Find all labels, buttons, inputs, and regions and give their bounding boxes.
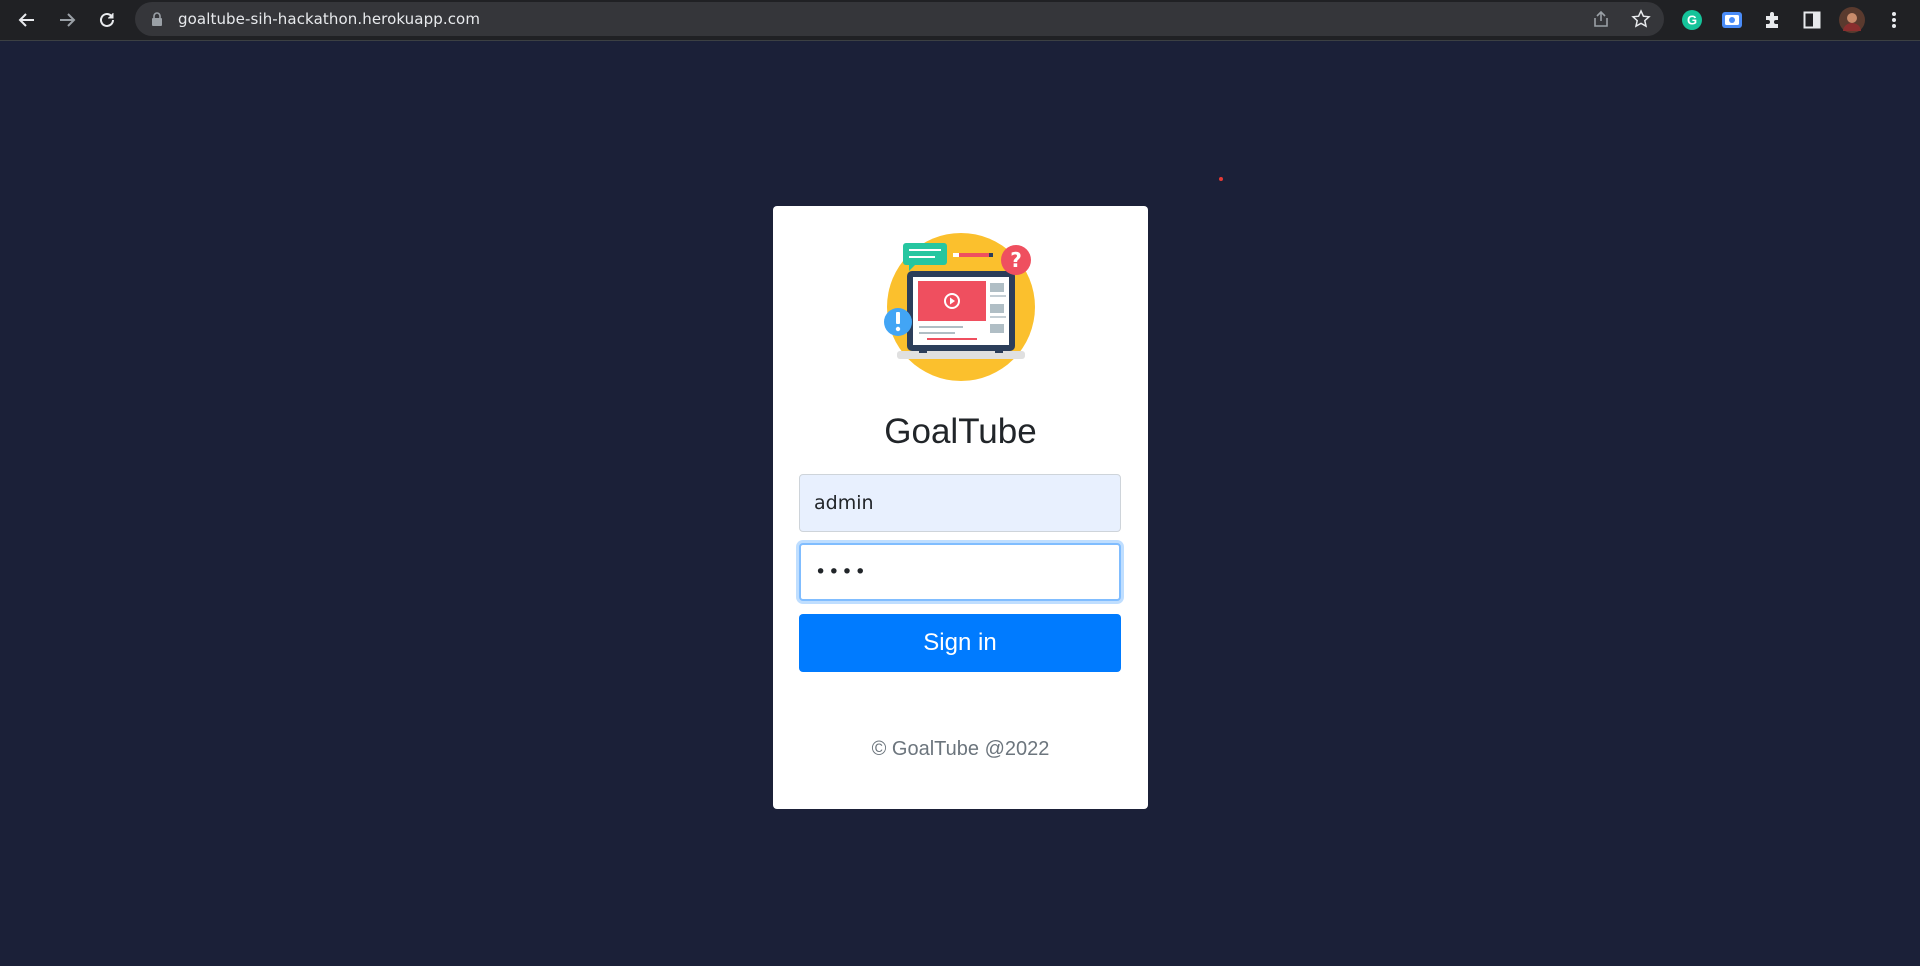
share-button[interactable]: [1589, 7, 1613, 31]
password-input[interactable]: [799, 543, 1121, 601]
username-input[interactable]: [799, 474, 1121, 532]
login-card: ? GoalTube Sign in © GoalTube @2022: [773, 206, 1148, 809]
extensions-button[interactable]: [1758, 6, 1786, 34]
stray-cursor-dot: [1219, 177, 1223, 181]
side-panel-icon: [1803, 11, 1821, 29]
reload-icon: [100, 12, 114, 27]
sign-in-button[interactable]: Sign in: [799, 614, 1121, 672]
browser-toolbar: goaltube-sih-hackathon.herokuapp.com G: [0, 0, 1920, 41]
browser-menu-button[interactable]: [1880, 6, 1908, 34]
address-bar[interactable]: goaltube-sih-hackathon.herokuapp.com: [135, 2, 1664, 36]
lock-icon: [152, 12, 162, 26]
screen-capture-icon: [1722, 12, 1742, 28]
share-icon: [1594, 10, 1608, 27]
profile-avatar[interactable]: [1838, 6, 1866, 34]
reload-button[interactable]: [93, 6, 121, 34]
back-arrow-icon: [18, 13, 34, 27]
back-button[interactable]: [13, 6, 41, 34]
svg-text:?: ?: [1010, 248, 1022, 272]
goaltube-logo: ?: [884, 233, 1035, 381]
grammarly-extension[interactable]: G: [1678, 6, 1706, 34]
forward-button[interactable]: [53, 6, 81, 34]
bookmark-button[interactable]: [1629, 7, 1653, 31]
grammarly-icon: G: [1682, 10, 1702, 30]
forward-arrow-icon: [60, 13, 76, 27]
screen-capture-extension[interactable]: [1718, 6, 1746, 34]
url-text: goaltube-sih-hackathon.herokuapp.com: [178, 10, 481, 28]
puzzle-extensions-icon: [1766, 12, 1778, 28]
svg-text:G: G: [1687, 13, 1697, 28]
side-panel-button[interactable]: [1798, 6, 1826, 34]
avatar-icon: [1839, 7, 1865, 33]
kebab-menu-icon: [1892, 12, 1896, 28]
app-title: GoalTube: [884, 412, 1037, 451]
copyright-footer: © GoalTube @2022: [871, 738, 1050, 760]
bookmark-star-icon: [1631, 9, 1651, 28]
